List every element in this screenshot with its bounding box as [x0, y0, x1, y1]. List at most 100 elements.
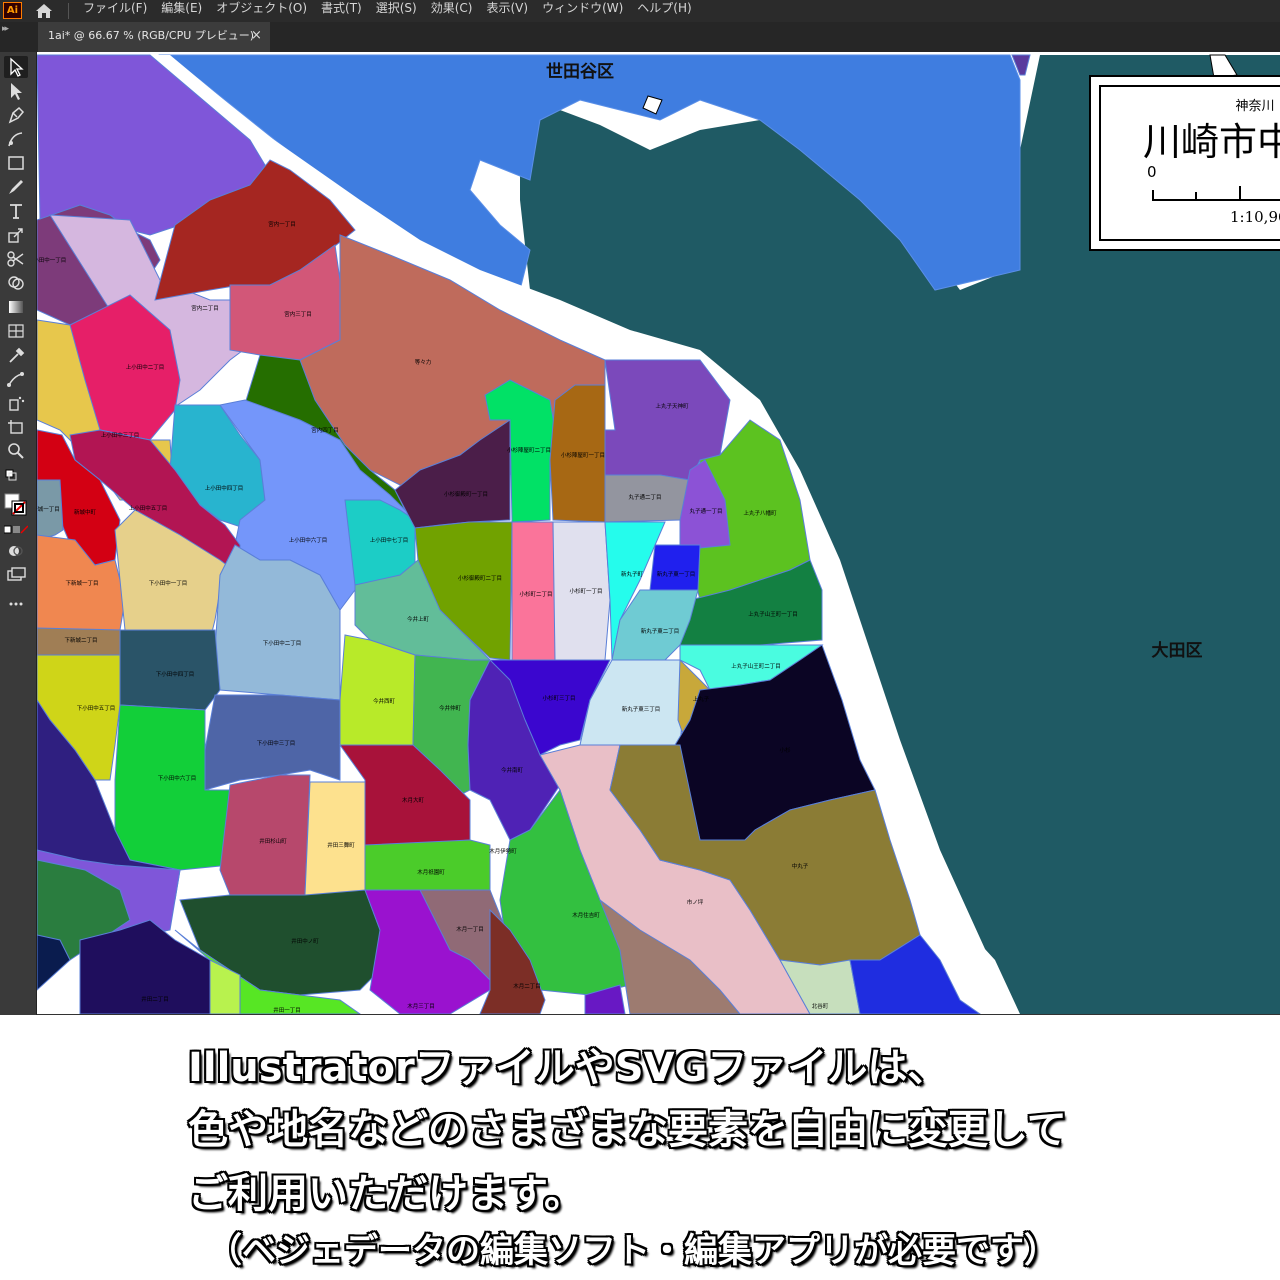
- district-label: 宮内三丁目: [284, 310, 312, 318]
- menu-item[interactable]: 表示(V): [486, 0, 528, 22]
- district-label: 上丸子八幡町: [743, 509, 777, 517]
- scissors-tool-icon[interactable]: [4, 248, 28, 270]
- menu-bar: Ai ファイル(F) 編集(E) オブジェクト(O) 書式(T) 選択(S) 効果(C) 表…: [0, 0, 1280, 22]
- district-label: 上丸子: [693, 695, 710, 703]
- menu-item[interactable]: 効果(C): [431, 0, 473, 22]
- brush-tool-icon[interactable]: [4, 176, 28, 198]
- more-tools-icon[interactable]: [4, 592, 28, 614]
- mesh-tool-icon[interactable]: [4, 320, 28, 342]
- menu-item[interactable]: 書式(T): [321, 0, 362, 22]
- district-area[interactable]: [649, 544, 701, 591]
- ward-label-ota: 大田区: [1152, 640, 1203, 661]
- ward-label-setagaya: 世田谷区: [546, 62, 614, 82]
- district-label: 上小田中三丁目: [101, 431, 140, 439]
- district-label: 新城中町: [74, 508, 97, 516]
- caption-area: IllustratorファイルやSVGファイルは、 色や地名などのさまざまな要素…: [0, 1015, 1280, 1280]
- district-area[interactable]: [364, 839, 491, 891]
- menu-item[interactable]: ウィンドウ(W): [542, 0, 623, 22]
- map-title-box[interactable]: 神奈川 川崎市中 0 1:10,96: [1089, 75, 1280, 251]
- fill-stroke-swatch[interactable]: [4, 492, 28, 522]
- district-label: 上小田中一丁目: [37, 256, 66, 264]
- district-label: 丸子通一丁目: [689, 507, 722, 515]
- district-label: 木月伊勢町: [489, 847, 517, 855]
- caption-line-3: ご利用いただけます。: [188, 1171, 584, 1217]
- district-label: 下小田中二丁目: [263, 639, 302, 647]
- menu-item[interactable]: 選択(S): [376, 0, 417, 22]
- district-label: 中丸子: [792, 862, 809, 870]
- menu-item[interactable]: ヘルプ(H): [637, 0, 691, 22]
- district-label: 今井仲町: [439, 704, 462, 712]
- scale-tool-icon[interactable]: [4, 224, 28, 246]
- district-label: 上丸子山王町二丁目: [731, 662, 781, 670]
- shape-builder-tool-icon[interactable]: [4, 272, 28, 294]
- district-label: 上小田中五丁目: [129, 504, 168, 512]
- type-tool-icon[interactable]: [4, 200, 28, 222]
- document-tab[interactable]: 1ai* @ 66.67 % (RGB/CPU プレビュー) ×: [38, 22, 270, 52]
- district-area[interactable]: [119, 629, 221, 711]
- district-label: 上丸子天神町: [655, 402, 689, 410]
- district-label: 等々力: [415, 358, 432, 366]
- illustrator-logo-icon: Ai: [3, 2, 22, 19]
- screen-mode-icon[interactable]: [4, 564, 28, 586]
- district-label: 小杉町一丁目: [569, 587, 602, 595]
- district-label: 小杉町三丁目: [542, 694, 575, 702]
- district-label: 北谷町: [812, 1002, 829, 1010]
- district-label: 小杉町二丁目: [519, 590, 552, 598]
- document-tab-title: 1ai* @ 66.67 % (RGB/CPU プレビュー): [48, 29, 255, 42]
- caption-line-1: IllustratorファイルやSVGファイルは、: [188, 1045, 948, 1091]
- pen-tool-icon[interactable]: [4, 104, 28, 126]
- color-mode-buttons[interactable]: [3, 522, 29, 536]
- district-label: 小杉御殿町一丁目: [444, 490, 488, 498]
- district-label: 上丸子山王町一丁目: [748, 610, 798, 618]
- menu-item[interactable]: ファイル(F): [83, 0, 147, 22]
- selection-tool-icon[interactable]: [4, 56, 28, 78]
- district-label: 木月一丁目: [456, 925, 484, 933]
- district-label: 下新城二丁目: [64, 636, 97, 644]
- document-tab-bar: ▸▸ 1ai* @ 66.67 % (RGB/CPU プレビュー) ×: [0, 22, 1280, 52]
- district-label: 新丸子東二丁目: [641, 627, 680, 635]
- district-label: 小杉陣屋町二丁目: [507, 446, 551, 454]
- drawing-mode-icon[interactable]: [4, 540, 28, 562]
- district-label: 今井上町: [407, 615, 430, 623]
- menu-item[interactable]: 編集(E): [161, 0, 202, 22]
- district-area[interactable]: [339, 634, 416, 746]
- district-area[interactable]: [219, 774, 311, 896]
- district-label: 木月二丁目: [513, 982, 541, 990]
- puppet-warp-tool-icon[interactable]: [4, 368, 28, 390]
- district-label: 井田一丁目: [273, 1006, 301, 1014]
- menu-item[interactable]: オブジェクト(O): [216, 0, 307, 22]
- district-area[interactable]: [304, 781, 366, 896]
- district-label: 木月祇園町: [417, 868, 445, 876]
- district-label: 木月住吉町: [572, 911, 600, 919]
- symbol-sprayer-tool-icon[interactable]: [4, 392, 28, 414]
- tools-panel: [0, 52, 37, 1015]
- panel-collapse-icon[interactable]: ▸▸: [2, 24, 9, 34]
- district-label: 木月大町: [402, 796, 425, 804]
- artboard-tool-icon[interactable]: [4, 416, 28, 438]
- direct-selection-tool-icon[interactable]: [4, 80, 28, 102]
- caption-line-2: 色や地名などのさまざまな要素を自由に変更して: [188, 1107, 1067, 1153]
- district-label: 上小田中二丁目: [126, 363, 165, 371]
- close-tab-icon[interactable]: ×: [251, 22, 262, 50]
- swap-colors-icon[interactable]: [4, 466, 28, 486]
- home-icon[interactable]: [33, 0, 55, 22]
- menu-items: ファイル(F) 編集(E) オブジェクト(O) 書式(T) 選択(S) 効果(C) 表示(V…: [83, 0, 706, 22]
- title-city: 川崎市中: [1143, 120, 1280, 164]
- gradient-tool-icon[interactable]: [4, 296, 28, 318]
- illustrator-window: Ai ファイル(F) 編集(E) オブジェクト(O) 書式(T) 選択(S) 効果(C) 表…: [0, 0, 1280, 1015]
- district-label: 井田中ノ町: [291, 937, 319, 945]
- rectangle-tool-icon[interactable]: [4, 152, 28, 174]
- zoom-tool-icon[interactable]: [4, 440, 28, 462]
- district-label: 今井南町: [501, 766, 524, 774]
- curvature-tool-icon[interactable]: [4, 128, 28, 150]
- district-label: 下小田中六丁目: [158, 774, 197, 782]
- district-area[interactable]: [511, 521, 556, 661]
- district-label: 井田杉山町: [259, 837, 287, 845]
- district-label: 新城一丁目: [37, 505, 60, 513]
- eyedropper-tool-icon[interactable]: [4, 344, 28, 366]
- district-label: 今井西町: [373, 697, 396, 705]
- district-label: 宮内四丁目: [311, 426, 339, 434]
- district-label: 新丸子町: [621, 570, 644, 578]
- district-label: 新丸子東一丁目: [657, 570, 696, 578]
- artboard-canvas[interactable]: 宮内一丁目 宮内二丁目 宮内三丁目 宮内四丁目 等々力 上丸子天神町 上小田中二丁目 上小田中…: [37, 52, 1280, 1014]
